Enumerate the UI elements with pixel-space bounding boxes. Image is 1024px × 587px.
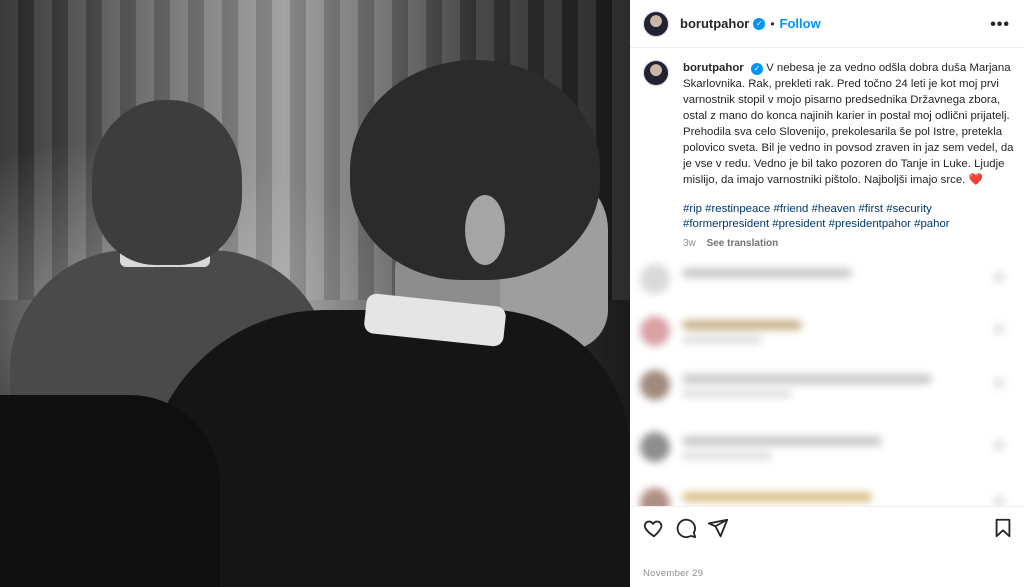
caption-meta: 3w See translation (683, 238, 1018, 249)
comment-avatar (640, 488, 670, 506)
comment-meta-blurred (682, 336, 762, 344)
save-button[interactable] (992, 517, 1014, 539)
post-header: borutpahor ✓ • Follow ••• (630, 0, 1024, 48)
verified-badge-icon: ✓ (750, 63, 763, 75)
comment-like-icon[interactable] (994, 496, 1004, 506)
comment-text-blurred (682, 492, 872, 502)
separator-dot: • (770, 16, 775, 31)
post-photo[interactable] (0, 0, 630, 587)
photo-background-man-head (92, 100, 242, 265)
post-side-panel: borutpahor ✓ • Follow ••• borutpahor ✓ V… (630, 0, 1024, 587)
comment-avatar (640, 316, 670, 346)
verified-badge-icon: ✓ (753, 17, 766, 30)
comment-avatar (640, 432, 670, 462)
bookmark-icon (995, 518, 1011, 538)
photo-guard-ear (465, 195, 505, 265)
comment-avatar (640, 264, 670, 294)
comment-item[interactable] (640, 260, 1010, 296)
caption: borutpahor ✓ V nebesa je za vedno odšla … (643, 60, 1018, 249)
paper-plane-icon (707, 518, 729, 538)
heart-emoji: ❤️ (968, 174, 983, 186)
comment-text-blurred (682, 268, 852, 278)
comment-bubble-icon (676, 518, 697, 539)
avatar[interactable] (643, 10, 669, 37)
caption-text-block: borutpahor ✓ V nebesa je za vedno odšla … (683, 60, 1018, 188)
see-translation-link[interactable]: See translation (707, 238, 779, 249)
author-username[interactable]: borutpahor (680, 16, 749, 31)
post-date[interactable]: November 29 (643, 568, 703, 579)
like-button[interactable] (643, 517, 665, 539)
comment-item[interactable] (640, 312, 1010, 348)
comment-text-blurred (682, 320, 802, 330)
post-age[interactable]: 3w (683, 238, 696, 249)
caption-username[interactable]: borutpahor (683, 62, 744, 74)
comment-text-blurred (682, 436, 882, 446)
more-options-icon[interactable]: ••• (990, 16, 1010, 34)
share-button[interactable] (707, 517, 729, 539)
caption-body: V nebesa je za vedno odšla dobra duša Ma… (683, 62, 1014, 186)
comment-avatar (640, 370, 670, 400)
comment-text-blurred (682, 374, 932, 384)
comment-like-icon[interactable] (994, 272, 1004, 282)
comment-meta-blurred (682, 452, 772, 460)
comment-like-icon[interactable] (994, 440, 1004, 450)
caption-avatar[interactable] (643, 60, 669, 86)
comment-item[interactable] (640, 428, 1010, 464)
comments-list-blurred (630, 258, 1024, 506)
heart-outline-icon (643, 520, 663, 538)
caption-hashtags[interactable]: #rip #restinpeace #friend #heaven #first… (683, 202, 1018, 231)
post-actions-bar (630, 506, 1024, 550)
comment-like-icon[interactable] (994, 324, 1004, 334)
comment-item[interactable] (640, 366, 1010, 402)
comment-like-icon[interactable] (994, 378, 1004, 388)
follow-button[interactable]: Follow (780, 16, 821, 31)
comment-item[interactable] (640, 484, 1010, 506)
photo-foreground-shoulder (0, 395, 220, 587)
comment-button[interactable] (675, 517, 697, 539)
comment-meta-blurred (682, 390, 792, 398)
